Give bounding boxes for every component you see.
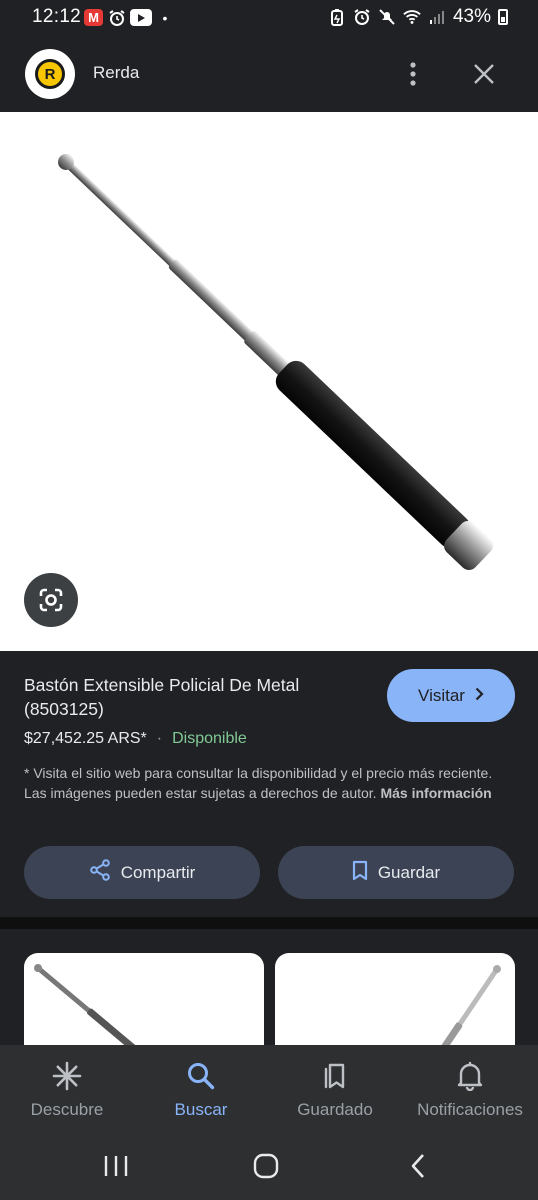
collections-icon bbox=[319, 1060, 351, 1092]
bookmark-icon bbox=[352, 860, 368, 886]
site-logo[interactable]: R bbox=[25, 49, 75, 99]
battery-saver-icon bbox=[328, 8, 346, 26]
back-icon[interactable] bbox=[398, 1149, 438, 1183]
related-results bbox=[0, 929, 538, 1045]
alarm-icon bbox=[353, 8, 371, 26]
app-header: R Rerda bbox=[0, 36, 538, 112]
site-name: Rerda bbox=[93, 63, 140, 82]
chevron-right-icon bbox=[475, 686, 484, 706]
status-time: 12:12 bbox=[32, 6, 82, 27]
product-image[interactable] bbox=[0, 112, 538, 651]
share-icon bbox=[89, 859, 111, 886]
wifi-icon bbox=[403, 8, 421, 26]
google-lens-icon[interactable] bbox=[24, 573, 78, 627]
more-vert-icon[interactable] bbox=[398, 56, 428, 92]
nav-discover[interactable]: Descubre bbox=[0, 1045, 134, 1135]
related-baton-image bbox=[34, 964, 144, 1045]
nav-search[interactable]: Buscar bbox=[134, 1045, 268, 1135]
system-nav bbox=[0, 1135, 538, 1200]
recents-icon[interactable] bbox=[96, 1149, 136, 1183]
home-icon[interactable] bbox=[246, 1149, 286, 1183]
battery-icon bbox=[498, 9, 508, 25]
nav-label: Descubre bbox=[30, 1100, 104, 1119]
nav-saved[interactable]: Guardado bbox=[268, 1045, 402, 1135]
nav-label: Notificaciones bbox=[417, 1100, 523, 1119]
signal-icon bbox=[428, 8, 446, 26]
share-button[interactable]: Compartir bbox=[24, 846, 260, 899]
status-bar: 12:12 M • 43% bbox=[0, 0, 538, 36]
price: $27,452.25 ARS* bbox=[24, 730, 147, 747]
availability: Disponible bbox=[172, 730, 247, 747]
more-info-link[interactable]: Más información bbox=[380, 785, 491, 801]
disclaimer: * Visita el sitio web para consultar la … bbox=[24, 764, 494, 803]
bottom-nav: Descubre Buscar Guardado Notificaciones bbox=[0, 1045, 538, 1135]
bell-icon bbox=[454, 1060, 486, 1092]
site-logo-letter: R bbox=[35, 59, 65, 89]
save-label: Guardar bbox=[377, 862, 441, 882]
related-card[interactable] bbox=[275, 953, 515, 1045]
close-icon[interactable] bbox=[466, 56, 502, 92]
m-app-icon: M bbox=[84, 9, 103, 26]
visit-label: Visitar bbox=[418, 685, 465, 705]
related-card[interactable] bbox=[24, 953, 264, 1045]
section-divider bbox=[0, 917, 538, 929]
asterisk-icon bbox=[51, 1060, 83, 1092]
battery-percent: 43% bbox=[452, 6, 491, 27]
nav-label: Guardado bbox=[297, 1100, 373, 1119]
nav-notifications[interactable]: Notificaciones bbox=[403, 1045, 537, 1135]
product-title: Bastón Extensible Policial De Metal (850… bbox=[24, 675, 300, 719]
mute-icon bbox=[378, 8, 396, 26]
save-button[interactable]: Guardar bbox=[278, 846, 514, 899]
baton-image bbox=[58, 154, 494, 570]
dot-icon: • bbox=[162, 9, 168, 26]
alarm-icon bbox=[108, 9, 126, 26]
price-line: $27,452.25 ARS* · Disponible bbox=[24, 730, 247, 748]
youtube-icon bbox=[130, 9, 152, 26]
product-info: Bastón Extensible Policial De Metal (850… bbox=[0, 651, 538, 917]
separator-dot: · bbox=[156, 730, 163, 747]
share-label: Compartir bbox=[120, 862, 196, 882]
visit-button[interactable]: Visitar bbox=[387, 669, 515, 722]
status-right: 43% bbox=[328, 6, 508, 28]
search-icon bbox=[185, 1060, 217, 1092]
nav-label: Buscar bbox=[174, 1100, 228, 1119]
related-baton-image bbox=[418, 965, 501, 1045]
